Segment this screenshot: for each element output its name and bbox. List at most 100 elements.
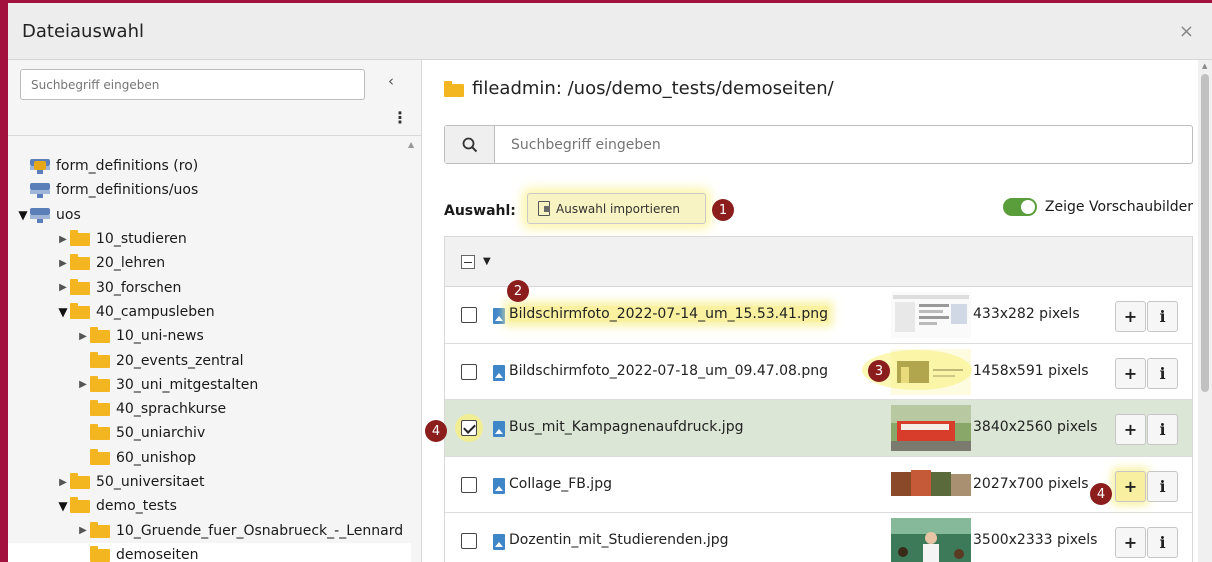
file-list-panel: fileadmin: /uos/demo_tests/demoseiten/ A… xyxy=(422,60,1212,562)
chevron-down-icon[interactable]: ▼ xyxy=(483,256,491,267)
table-row[interactable]: Dozentin_mit_Studierenden.jpg 3500x2333 p… xyxy=(445,513,1192,562)
file-info-button[interactable]: i xyxy=(1147,301,1178,332)
search-button[interactable] xyxy=(445,126,495,163)
tree-item-label: demo_tests xyxy=(96,498,177,515)
scroll-up-arrow-icon[interactable]: ▲ xyxy=(1202,62,1207,70)
file-thumbnail xyxy=(891,348,971,395)
row-checkbox[interactable] xyxy=(461,307,477,323)
tree-item-label: 30_uni_mitgestalten xyxy=(116,376,259,393)
file-info-button[interactable]: i xyxy=(1147,470,1178,502)
add-file-button[interactable]: + xyxy=(1115,414,1146,445)
expanded-toggle-icon[interactable]: ▼ xyxy=(56,499,70,513)
tree-item[interactable]: ▶ 20_lehren xyxy=(8,251,411,275)
preview-toggle-switch[interactable] xyxy=(1002,198,1037,216)
file-thumbnail xyxy=(891,518,971,562)
row-checkbox[interactable] xyxy=(461,533,477,549)
tree-item[interactable]: ▼ 40_campusleben xyxy=(8,300,411,324)
collapse-sidebar-icon[interactable]: ‹ xyxy=(388,72,394,90)
collapsed-toggle-icon[interactable]: ▶ xyxy=(56,477,70,488)
tree-item[interactable]: ▶ 10_uni-news xyxy=(8,324,411,348)
tree-item[interactable]: ▶ 30_uni_mitgestalten xyxy=(8,373,411,397)
add-file-button[interactable]: + xyxy=(1115,527,1146,558)
file-name-link[interactable]: Bildschirmfoto_2022-07-18_um_09.47.08.pn… xyxy=(509,363,828,379)
folder-icon xyxy=(90,375,110,392)
collapsed-toggle-icon[interactable]: ▶ xyxy=(76,379,90,390)
folder-icon xyxy=(90,424,110,441)
tree-item[interactable]: 50_uniarchiv xyxy=(8,421,411,445)
row-checkbox[interactable] xyxy=(461,476,477,493)
tree-item-label: 30_forschen xyxy=(96,279,182,296)
tree-item-label: 20_events_zentral xyxy=(116,352,244,369)
file-name-link[interactable]: Dozentin_mit_Studierenden.jpg xyxy=(509,532,729,548)
close-icon[interactable]: × xyxy=(1179,21,1194,42)
file-thumbnail xyxy=(891,405,971,451)
file-dimensions: 433x282 pixels xyxy=(973,306,1080,322)
annotation-badge: 1 xyxy=(712,199,734,221)
table-row[interactable]: Collage_FB.jpg 2027x700 pixels + i xyxy=(445,457,1192,513)
import-icon xyxy=(538,201,550,216)
image-file-icon xyxy=(493,308,505,324)
tree-item[interactable]: ▼ uos xyxy=(8,203,411,227)
folder-icon xyxy=(70,278,90,295)
file-dimensions: 3840x2560 pixels xyxy=(973,419,1098,435)
add-file-button[interactable]: + xyxy=(1115,470,1146,502)
file-search-input[interactable] xyxy=(495,126,1192,163)
tree-item-label: demoseiten xyxy=(116,546,199,562)
search-icon xyxy=(462,137,477,152)
table-row[interactable]: Bus_mit_Kampagnenaufdruck.jpg 3840x2560 p… xyxy=(445,400,1192,457)
folder-icon xyxy=(444,81,464,97)
tree-menu-icon[interactable]: ⋮ xyxy=(392,108,408,127)
row-checkbox[interactable] xyxy=(461,363,477,380)
table-row[interactable]: Bildschirmfoto_2022-07-18_um_09.47.08.pn… xyxy=(445,344,1192,400)
select-all-checkbox[interactable] xyxy=(461,254,475,269)
folder-icon xyxy=(70,254,90,271)
tree-item[interactable]: 20_events_zentral xyxy=(8,348,411,372)
tree-item[interactable]: 40_sprachkurse xyxy=(8,397,411,421)
import-selection-button[interactable]: Auswahl importieren xyxy=(527,193,706,224)
file-info-button[interactable]: i xyxy=(1147,357,1178,389)
add-file-button[interactable]: + xyxy=(1115,301,1146,332)
folder-tree: form_definitions (ro) form_definitions/uo… xyxy=(8,154,411,562)
preview-toggle-group: Zeige Vorschaubilder xyxy=(1002,198,1193,216)
tree-item[interactable]: form_definitions (ro) xyxy=(8,154,411,178)
expanded-toggle-icon[interactable]: ▼ xyxy=(56,305,70,319)
file-name-link[interactable]: Collage_FB.jpg xyxy=(509,476,612,492)
scrollbar[interactable]: ▲ xyxy=(1198,60,1212,562)
file-name-link[interactable]: Bildschirmfoto_2022-07-14_um_15.53.41.pn… xyxy=(509,306,829,322)
file-name-link[interactable]: Bus_mit_Kampagnenaufdruck.jpg xyxy=(509,419,743,435)
scrollbar-thumb[interactable] xyxy=(1201,74,1209,392)
tree-item-label: 50_uniarchiv xyxy=(116,425,206,442)
dialog-title: Dateiauswahl xyxy=(22,21,145,42)
tree-item[interactable]: demoseiten xyxy=(8,542,411,562)
table-row[interactable]: Bildschirmfoto_2022-07-14_um_15.53.41.pn… xyxy=(445,287,1192,344)
tree-item-label: form_definitions/uos xyxy=(56,182,199,199)
tree-item[interactable]: ▶ 30_forschen xyxy=(8,275,411,299)
tree-item[interactable]: form_definitions/uos xyxy=(8,178,411,202)
collapsed-toggle-icon[interactable]: ▶ xyxy=(56,258,70,269)
tree-item[interactable]: ▶ 10_Gruende_fuer_Osnabrueck_-_Lennard xyxy=(8,518,411,542)
collapsed-toggle-icon[interactable]: ▶ xyxy=(56,282,70,293)
expanded-toggle-icon[interactable]: ▼ xyxy=(16,208,30,222)
file-info-button[interactable]: i xyxy=(1147,414,1178,445)
image-file-icon xyxy=(493,364,505,381)
tree-item[interactable]: 60_unishop xyxy=(8,446,411,470)
tree-item[interactable]: ▶ 10_studieren xyxy=(8,227,411,251)
tree-item[interactable]: ▼ demo_tests xyxy=(8,494,411,518)
file-dimensions: 2027x700 pixels xyxy=(973,475,1089,492)
current-path: fileadmin: /uos/demo_tests/demoseiten/ xyxy=(472,78,834,99)
preview-toggle-label: Zeige Vorschaubilder xyxy=(1044,199,1193,215)
scroll-up-arrow-icon[interactable]: ▲ xyxy=(408,140,414,149)
folder-icon xyxy=(90,448,110,465)
collapsed-toggle-icon[interactable]: ▶ xyxy=(76,331,90,342)
file-info-button[interactable]: i xyxy=(1147,527,1178,558)
add-file-button[interactable]: + xyxy=(1115,357,1146,389)
folder-icon xyxy=(90,351,110,368)
tree-search-input[interactable] xyxy=(20,69,365,100)
tree-item[interactable]: ▶ 50_universitaet xyxy=(8,470,411,494)
row-checkbox[interactable] xyxy=(461,420,477,436)
collapsed-toggle-icon[interactable]: ▶ xyxy=(76,525,90,536)
collapsed-toggle-icon[interactable]: ▶ xyxy=(56,234,70,245)
file-table: ▼ Bildschirmfoto_2022-07-14_um_15.53.41.… xyxy=(444,236,1193,562)
annotation-badge: 3 xyxy=(868,360,890,382)
file-dimensions: 1458x591 pixels xyxy=(973,362,1089,379)
